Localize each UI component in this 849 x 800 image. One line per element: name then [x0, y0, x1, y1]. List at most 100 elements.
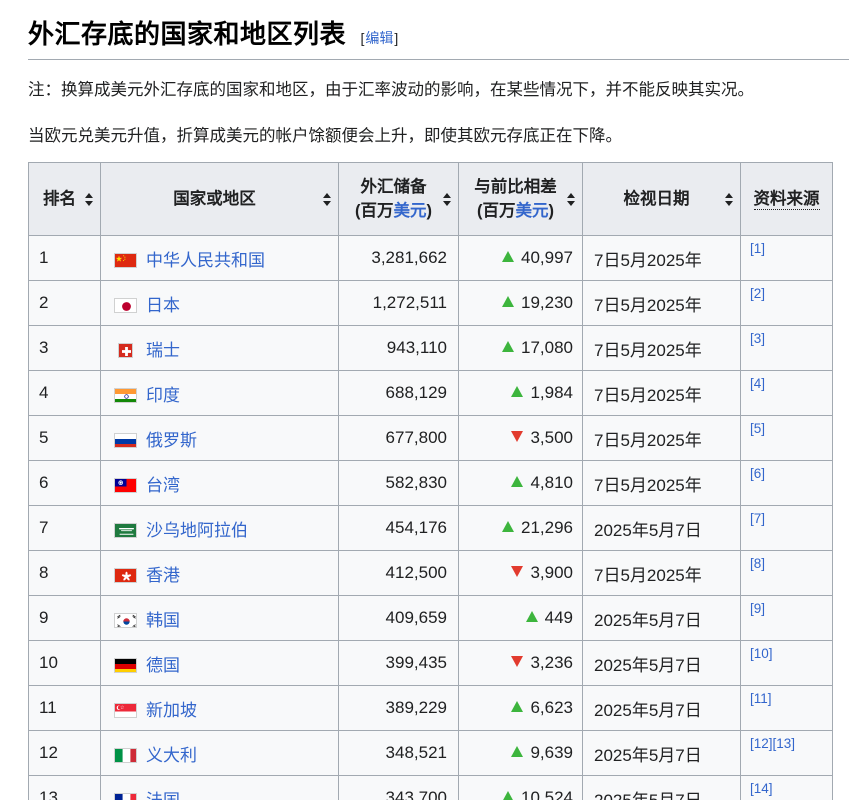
date-cell: 2025年5月7日	[582, 685, 741, 731]
country-link[interactable]: 沙乌地阿拉伯	[146, 521, 248, 540]
flag-germany-icon	[113, 657, 138, 673]
reserves-cell: 409,659	[338, 595, 459, 641]
sort-icon[interactable]	[322, 193, 333, 206]
flag-italy-icon	[113, 747, 138, 763]
sort-icon[interactable]	[566, 193, 577, 206]
ref-link[interactable]: [2]	[750, 286, 765, 301]
note-paragraph-1: 注：换算成美元外汇存底的国家和地区，由于汇率波动的影响，在某些情况下，并不能反映…	[28, 81, 754, 99]
ref-link[interactable]: [9]	[750, 601, 765, 616]
ref-link[interactable]: [13]	[773, 736, 796, 751]
col-header-date[interactable]: 检视日期	[582, 162, 741, 236]
up-triangle-icon	[511, 701, 524, 712]
sort-icon[interactable]	[442, 193, 453, 206]
up-triangle-icon	[511, 386, 524, 397]
reserves-cell: 389,229	[338, 685, 459, 731]
country-link[interactable]: 中华人民共和国	[146, 251, 265, 270]
sort-icon[interactable]	[84, 193, 95, 206]
country-link[interactable]: 法国	[146, 791, 180, 800]
table-row: 11 新加坡 389,229 6,623 2025年5月7日 [11]	[28, 685, 833, 731]
reference-cell: [11]	[740, 685, 833, 731]
country-link[interactable]: 香港	[146, 566, 180, 585]
ref-link[interactable]: [5]	[750, 421, 765, 436]
ref-link[interactable]: [6]	[750, 466, 765, 481]
usd-link[interactable]: 美元	[394, 202, 427, 220]
date-cell: 7日5月2025年	[582, 235, 741, 281]
rank-cell: 12	[28, 730, 101, 776]
country-link[interactable]: 台湾	[146, 476, 180, 495]
country-cell: 印度	[100, 370, 339, 416]
col-header-rank[interactable]: 排名	[28, 162, 101, 236]
col-header-change-label: 与前比相差	[474, 178, 557, 196]
edit-bracket-close: ]	[394, 30, 399, 46]
article-section: 外汇存底的国家和地区列表 [编辑] 注：换算成美元外汇存底的国家和地区，由于汇率…	[0, 0, 849, 800]
country-link[interactable]: 德国	[146, 656, 180, 675]
date-cell: 7日5月2025年	[582, 370, 741, 416]
change-cell: 9,639	[458, 730, 583, 776]
ref-link[interactable]: [14]	[750, 781, 773, 796]
col-header-reserves-label: 外汇储备	[360, 178, 427, 196]
ref-link[interactable]: [11]	[750, 691, 772, 706]
country-link[interactable]: 新加坡	[146, 701, 197, 720]
ref-link[interactable]: [3]	[750, 331, 765, 346]
ref-link[interactable]: [7]	[750, 511, 765, 526]
country-link[interactable]: 义大利	[146, 746, 197, 765]
date-cell: 2025年5月7日	[582, 730, 741, 776]
page-title: 外汇存底的国家和地区列表	[28, 20, 347, 49]
change-cell: 3,236	[458, 640, 583, 686]
rank-cell: 7	[28, 505, 101, 551]
rank-cell: 11	[28, 685, 101, 731]
country-cell: 台湾	[100, 460, 339, 506]
reference-cell: [8]	[740, 550, 833, 596]
change-cell: 4,810	[458, 460, 583, 506]
change-cell: 10,524	[458, 775, 583, 800]
col-header-country[interactable]: 国家或地区	[100, 162, 339, 236]
table-row: 8 香港 412,500 3,900 7日5月2025年 [8]	[28, 550, 833, 596]
ref-link[interactable]: [4]	[750, 376, 765, 391]
flag-russia-icon	[113, 432, 138, 448]
rank-cell: 3	[28, 325, 101, 371]
col-header-date-label: 检视日期	[623, 190, 690, 208]
date-cell: 2025年5月7日	[582, 505, 741, 551]
country-cell: 香港	[100, 550, 339, 596]
change-value: 6,623	[530, 698, 573, 717]
unit-suffix: )	[548, 202, 555, 220]
reserves-cell: 1,272,511	[338, 280, 459, 326]
reference-cell: [7]	[740, 505, 833, 551]
col-header-reserves[interactable]: 外汇储备 (百万美元)	[338, 162, 459, 236]
country-link[interactable]: 印度	[146, 386, 180, 405]
reference-cell: [9]	[740, 595, 833, 641]
table-row: 2 日本 1,272,511 19,230 7日5月2025年 [2]	[28, 280, 833, 326]
country-link[interactable]: 俄罗斯	[146, 431, 197, 450]
change-cell: 19,230	[458, 280, 583, 326]
change-cell: 449	[458, 595, 583, 641]
country-link[interactable]: 瑞士	[146, 341, 180, 360]
rank-cell: 5	[28, 415, 101, 461]
country-link[interactable]: 韩国	[146, 611, 180, 630]
change-cell: 40,997	[458, 235, 583, 281]
reference-cell: [2]	[740, 280, 833, 326]
sort-icon[interactable]	[724, 193, 735, 206]
change-value: 9,639	[530, 743, 573, 762]
reserves-cell: 3,281,662	[338, 235, 459, 281]
change-value: 40,997	[521, 248, 573, 267]
unit-prefix: (百万	[477, 202, 516, 220]
down-triangle-icon	[511, 656, 524, 667]
country-link[interactable]: 日本	[146, 296, 180, 315]
ref-link[interactable]: [12]	[750, 736, 773, 751]
col-header-change[interactable]: 与前比相差 (百万美元)	[458, 162, 583, 236]
rank-cell: 4	[28, 370, 101, 416]
ref-link[interactable]: [10]	[750, 646, 773, 661]
flag-hong-kong-icon	[113, 567, 138, 583]
change-value: 3,500	[530, 428, 573, 447]
date-cell: 7日5月2025年	[582, 415, 741, 461]
up-triangle-icon	[502, 251, 514, 262]
edit-link[interactable]: 编辑	[365, 30, 393, 46]
ref-link[interactable]: [1]	[750, 241, 765, 256]
usd-link[interactable]: 美元	[516, 202, 549, 220]
ref-link[interactable]: [8]	[750, 556, 765, 571]
date-cell: 7日5月2025年	[582, 460, 741, 506]
change-cell: 3,900	[458, 550, 583, 596]
reserves-cell: 582,830	[338, 460, 459, 506]
up-triangle-icon	[511, 476, 524, 487]
section-heading: 外汇存底的国家和地区列表 [编辑]	[28, 14, 832, 51]
